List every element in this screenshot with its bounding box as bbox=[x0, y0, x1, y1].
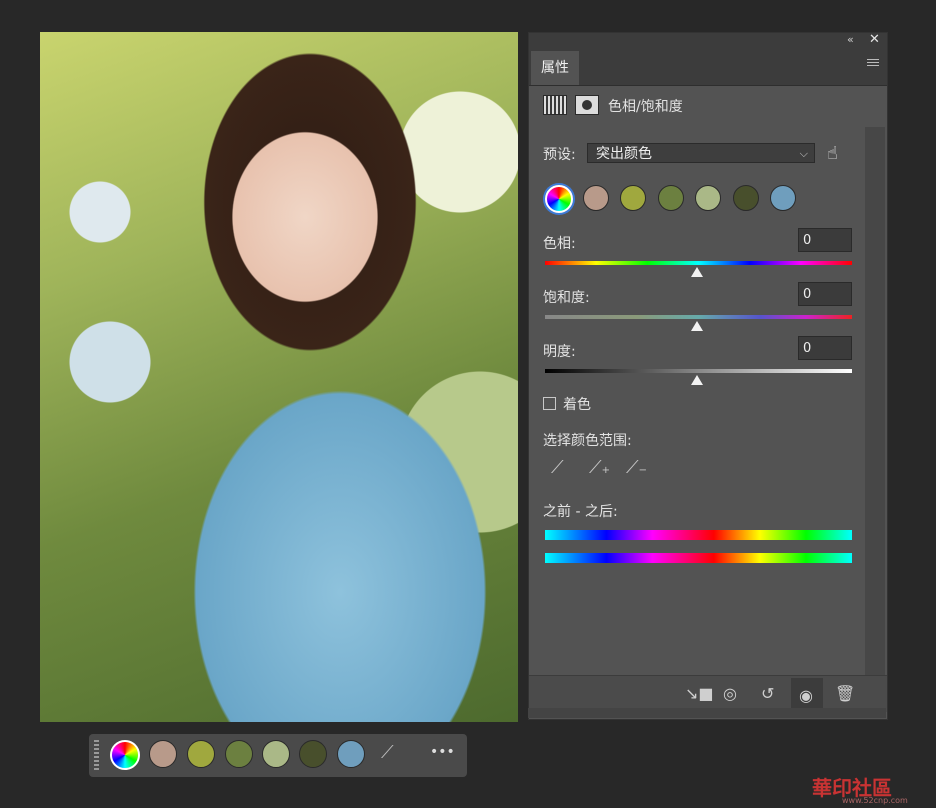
color-swatch-quickbar: ⟋ bbox=[89, 734, 467, 777]
more-options-button[interactable]: ••• bbox=[430, 744, 455, 760]
chevron-down-icon: ⌵ bbox=[799, 147, 808, 160]
hue-input[interactable]: 0 bbox=[798, 228, 852, 252]
collapse-icon[interactable]: « bbox=[847, 33, 854, 46]
toggle-visibility-button[interactable]: ◉ bbox=[791, 678, 823, 710]
before-after-label: 之前 - 之后: bbox=[543, 504, 618, 520]
colorize-label: 着色 bbox=[563, 397, 591, 413]
color-range-label: 选择颜色范围: bbox=[543, 433, 632, 449]
colorize-checkbox[interactable] bbox=[543, 397, 556, 410]
scrollbar[interactable] bbox=[865, 127, 885, 675]
lightness-input[interactable]: 0 bbox=[798, 336, 852, 360]
saturation-input[interactable]: 0 bbox=[798, 282, 852, 306]
lightness-slider-track[interactable] bbox=[545, 369, 852, 373]
quick-swatch-olive[interactable] bbox=[187, 740, 215, 768]
watermark-url: www.52cnp.com bbox=[842, 796, 908, 805]
saturation-label: 饱和度: bbox=[543, 290, 590, 306]
panel-menu-icon[interactable] bbox=[867, 59, 879, 68]
preset-label: 预设: bbox=[543, 147, 576, 163]
adjustment-title: 色相/饱和度 bbox=[608, 99, 683, 115]
view-previous-state-icon[interactable]: ◎ bbox=[723, 684, 737, 703]
panel-bottom-edge bbox=[528, 708, 886, 718]
quick-swatch-skin[interactable] bbox=[149, 740, 177, 768]
after-color-bar bbox=[545, 553, 852, 563]
preset-swatch-skin[interactable] bbox=[583, 185, 609, 211]
quick-swatch-dark-olive[interactable] bbox=[299, 740, 327, 768]
quick-swatch-sky[interactable] bbox=[337, 740, 365, 768]
quick-swatch-sage[interactable] bbox=[262, 740, 290, 768]
preset-swatch-master[interactable] bbox=[545, 185, 573, 213]
eyedropper-icon[interactable]: ⟋ bbox=[551, 457, 564, 478]
reset-icon[interactable]: ↺ bbox=[761, 684, 774, 703]
photo-canvas bbox=[40, 32, 518, 722]
panel-title-strip: « ✕ bbox=[529, 32, 887, 49]
tab-properties[interactable]: 属性 bbox=[531, 51, 579, 85]
close-icon[interactable]: ✕ bbox=[869, 32, 880, 47]
hue-slider-track[interactable] bbox=[545, 261, 852, 265]
preset-swatch-dark-olive[interactable] bbox=[733, 185, 759, 211]
preset-swatch-moss[interactable] bbox=[658, 185, 684, 211]
layer-mask-icon[interactable] bbox=[575, 95, 599, 115]
eye-icon: ◉ bbox=[799, 686, 813, 705]
preset-select[interactable]: 突出颜色 ⌵ bbox=[587, 143, 815, 163]
eyedropper-add-icon[interactable]: ⟋+ bbox=[589, 457, 610, 478]
trash-icon[interactable]: 🗑 bbox=[835, 684, 855, 703]
properties-panel: « ✕ 属性 色相/饱和度 预设: 突出颜色 ⌵ ☝ 色相: 0 饱和度: 0 … bbox=[528, 32, 888, 720]
tab-bar: 属性 bbox=[529, 49, 887, 86]
quick-swatch-master[interactable] bbox=[110, 740, 140, 770]
clip-to-layer-icon[interactable]: ↘■ bbox=[685, 684, 714, 703]
preset-swatch-olive[interactable] bbox=[620, 185, 646, 211]
eyedropper-subtract-icon[interactable]: ⟋− bbox=[626, 457, 647, 478]
hue-label: 色相: bbox=[543, 236, 576, 252]
preset-value: 突出颜色 bbox=[596, 146, 652, 162]
preset-swatch-sage[interactable] bbox=[695, 185, 721, 211]
preset-swatch-sky[interactable] bbox=[770, 185, 796, 211]
hue-slider-thumb[interactable] bbox=[691, 267, 703, 277]
panel-footer: ↘■ ◎ ↺ ◉ 🗑 bbox=[529, 675, 887, 712]
quick-swatch-moss[interactable] bbox=[225, 740, 253, 768]
lightness-slider-thumb[interactable] bbox=[691, 375, 703, 385]
eyedropper-icon[interactable]: ⟋ bbox=[381, 742, 394, 763]
lightness-label: 明度: bbox=[543, 344, 576, 360]
drag-handle[interactable] bbox=[94, 740, 99, 771]
saturation-slider-track[interactable] bbox=[545, 315, 852, 319]
saturation-slider-thumb[interactable] bbox=[691, 321, 703, 331]
before-color-bar bbox=[545, 530, 852, 540]
targeted-adjustment-hand-icon[interactable]: ☝ bbox=[827, 143, 838, 164]
adjustment-layer-icon[interactable] bbox=[543, 95, 567, 115]
